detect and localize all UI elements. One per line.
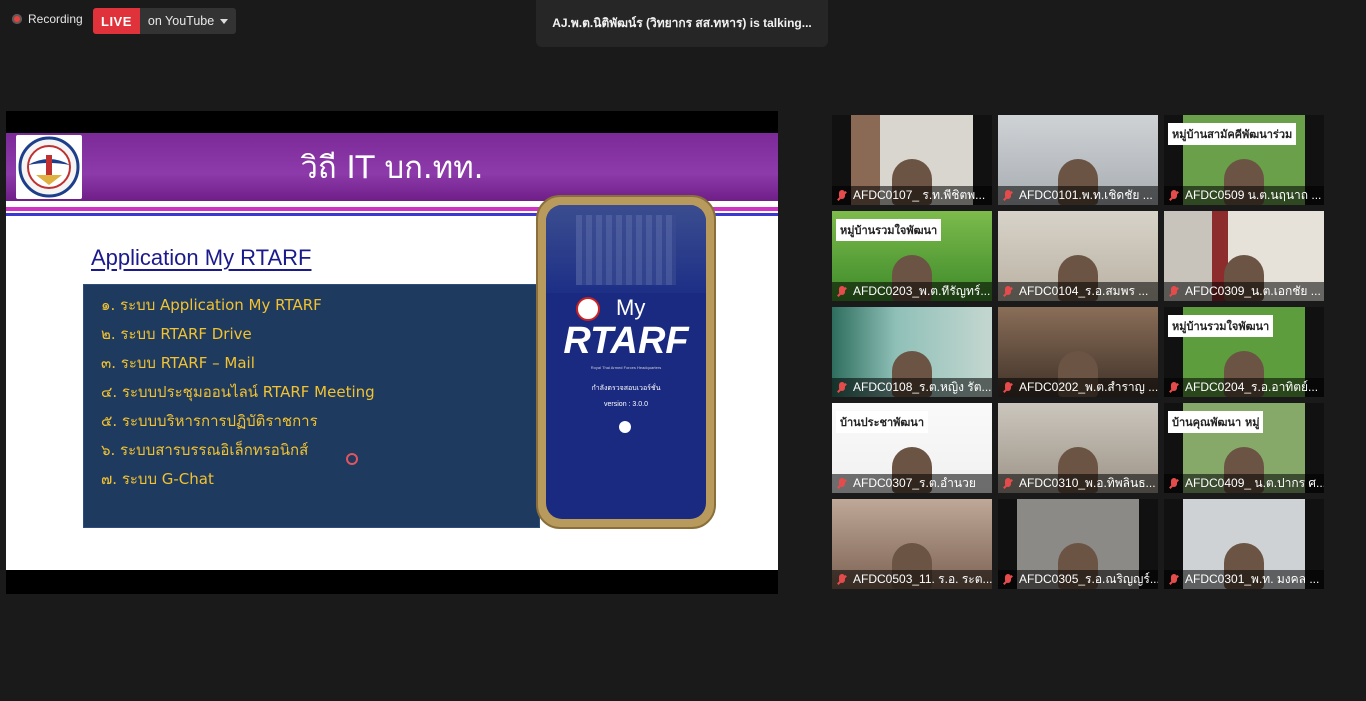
- systems-list: ๑. ระบบ Application My RTARF ๒. ระบบ RTA…: [83, 284, 540, 528]
- mic-muted-icon: [837, 381, 847, 394]
- list-item: ๓. ระบบ RTARF – Mail: [101, 354, 255, 372]
- participant-caption: AFDC0309_น.ต.เอกชัย ...: [1164, 282, 1324, 301]
- participant-name: AFDC0108_ร.ต.หญิง รัต...: [853, 380, 992, 394]
- participant-tile[interactable]: AFDC0503_11. ร.อ. ระต...: [832, 499, 992, 589]
- list-item: ๑. ระบบ Application My RTARF: [101, 296, 322, 314]
- checking-version-text: กำลังตรวจสอบเวอร์ชั่น: [591, 385, 661, 392]
- participant-sign: หมู่บ้านรวมใจพัฒนา: [1168, 315, 1274, 337]
- active-speaker-banner: AJ.พ.ต.นิติพัฒน์ร (วิทยากร สส.ทหาร) is t…: [536, 0, 828, 47]
- mic-muted-icon: [1169, 381, 1179, 394]
- participant-tile[interactable]: AFDC0301_พ.ท. มงคล ...: [1164, 499, 1324, 589]
- loading-icon: [619, 421, 631, 433]
- active-speaker-text: AJ.พ.ต.นิติพัฒน์ร (วิทยากร สส.ทหาร) is t…: [552, 16, 812, 30]
- participant-name: AFDC0301_พ.ท. มงคล ...: [1185, 572, 1320, 586]
- participant-name: AFDC0503_11. ร.อ. ระต...: [853, 572, 992, 586]
- mic-muted-icon: [1169, 285, 1179, 298]
- mic-muted-icon: [1003, 285, 1013, 298]
- participant-name: AFDC0204_ร.อ.อาทิตย์...: [1185, 380, 1319, 394]
- list-item: ๕. ระบบบริหารการปฏิบัติราชการ: [101, 412, 318, 430]
- participant-caption: AFDC0202_พ.ต.สำราญ ...: [998, 378, 1158, 397]
- participant-tile[interactable]: AFDC0305_ร.อ.ณริญญร์...: [998, 499, 1158, 589]
- participant-tile[interactable]: หมู่บ้านรวมใจพัฒนา AFDC0204_ร.อ.อาทิตย์..…: [1164, 307, 1324, 397]
- list-item: ๔. ระบบประชุมออนไลน์ RTARF Meeting: [101, 383, 375, 401]
- seal-icon: [576, 297, 600, 321]
- participant-tile[interactable]: AFDC0310_พ.อ.ทิพลินธ...: [998, 403, 1158, 493]
- mic-muted-icon: [1003, 381, 1013, 394]
- version-text: version : 3.0.0: [604, 401, 648, 408]
- list-item: ๒. ระบบ RTARF Drive: [101, 325, 252, 343]
- participant-caption: AFDC0101.พ.ท.เชิดชัย ...: [998, 186, 1158, 205]
- mic-muted-icon: [1169, 477, 1179, 490]
- participant-caption: AFDC0204_ร.อ.อาทิตย์...: [1164, 378, 1324, 397]
- participant-caption: AFDC0503_11. ร.อ. ระต...: [832, 570, 992, 589]
- participant-name: AFDC0409_ น.ต.ปากร ศ...: [1185, 476, 1324, 490]
- mic-muted-icon: [837, 573, 847, 586]
- participant-caption: AFDC0409_ น.ต.ปากร ศ...: [1164, 474, 1324, 493]
- participant-sign: บ้านประชาพัฒนา: [836, 411, 929, 433]
- app-name-my: My: [616, 295, 646, 320]
- participant-sign: หมู่บ้านสามัคคีพัฒนาร่วม: [1168, 123, 1297, 145]
- live-stream-control[interactable]: LIVE on YouTube: [93, 8, 237, 34]
- participant-caption: AFDC0509 น.ต.นฤนาถ ...: [1164, 186, 1324, 205]
- participant-name: AFDC0101.พ.ท.เชิดชัย ...: [1019, 188, 1153, 202]
- participant-caption: AFDC0108_ร.ต.หญิง รัต...: [832, 378, 992, 397]
- mic-muted-icon: [837, 189, 847, 202]
- participant-name: AFDC0305_ร.อ.ณริญญร์...: [1019, 572, 1158, 586]
- phone-screen: My RTARF Royal Thai Armed Forces Headqua…: [546, 205, 706, 519]
- mic-muted-icon: [1003, 573, 1013, 586]
- participant-tile[interactable]: AFDC0309_น.ต.เอกชัย ...: [1164, 211, 1324, 301]
- app-name-rtarf: RTARF: [563, 320, 689, 362]
- shared-screen: วิถี IT บก.ทท. Application My RTARF ๑. ร…: [6, 111, 778, 594]
- participant-name: AFDC0310_พ.อ.ทิพลินธ...: [1019, 476, 1156, 490]
- mic-muted-icon: [837, 477, 847, 490]
- youtube-label: on YouTube: [147, 14, 215, 28]
- list-item: ๗. ระบบ G-Chat: [101, 470, 214, 488]
- chevron-down-icon: [220, 18, 229, 24]
- app-heading: Application My RTARF: [91, 245, 312, 270]
- participant-sign: หมู่บ้านรวมใจพัฒนา: [836, 219, 942, 241]
- participant-name: AFDC0107_ ร.ท.พีชิตพ...: [853, 188, 986, 202]
- youtube-dropdown[interactable]: on YouTube: [139, 8, 237, 34]
- mic-muted-icon: [1003, 477, 1013, 490]
- participant-name: AFDC0509 น.ต.นฤนาถ ...: [1185, 188, 1322, 202]
- participant-caption: AFDC0104_ร.อ.สมพร ...: [998, 282, 1158, 301]
- participant-tile[interactable]: AFDC0202_พ.ต.สำราญ ...: [998, 307, 1158, 397]
- record-icon: [12, 14, 22, 24]
- mic-muted-icon: [1169, 189, 1179, 202]
- participant-caption: AFDC0301_พ.ท. มงคล ...: [1164, 570, 1324, 589]
- participant-tile[interactable]: บ้านประชาพัฒนา AFDC0307_ร.ต.อำนวย: [832, 403, 992, 493]
- participant-name: AFDC0104_ร.อ.สมพร ...: [1019, 284, 1149, 298]
- participant-name: AFDC0202_พ.ต.สำราญ ...: [1019, 380, 1158, 394]
- participant-tile[interactable]: หมู่บ้านรวมใจพัฒนา AFDC0203_พ.ต.ทีรัญทร์.…: [832, 211, 992, 301]
- recording-label: Recording: [28, 12, 83, 26]
- participant-caption: AFDC0307_ร.ต.อำนวย: [832, 474, 992, 493]
- presentation-slide: วิถี IT บก.ทท. Application My RTARF ๑. ร…: [6, 133, 778, 570]
- participant-tile[interactable]: AFDC0101.พ.ท.เชิดชัย ...: [998, 115, 1158, 205]
- recording-indicator: Recording: [12, 12, 83, 26]
- participant-name: AFDC0309_น.ต.เอกชัย ...: [1185, 284, 1321, 298]
- app-subtitle: Royal Thai Armed Forces Headquarters: [590, 365, 662, 370]
- participant-tile[interactable]: บ้านคุณพัฒนา หมู่ AFDC0409_ น.ต.ปากร ศ...: [1164, 403, 1324, 493]
- participant-name: AFDC0203_พ.ต.ทีรัญทร์...: [853, 284, 991, 298]
- participant-tile[interactable]: AFDC0108_ร.ต.หญิง รัต...: [832, 307, 992, 397]
- list-item: ๖. ระบบสารบรรณอิเล็กทรอนิกส์: [101, 441, 309, 459]
- participant-sign: บ้านคุณพัฒนา หมู่: [1168, 411, 1264, 433]
- participant-tile[interactable]: AFDC0107_ ร.ท.พีชิตพ...: [832, 115, 992, 205]
- participant-name: AFDC0307_ร.ต.อำนวย: [853, 476, 976, 490]
- participant-caption: AFDC0203_พ.ต.ทีรัญทร์...: [832, 282, 992, 301]
- building-image: [546, 205, 706, 293]
- mic-muted-icon: [837, 285, 847, 298]
- participant-tile[interactable]: AFDC0104_ร.อ.สมพร ...: [998, 211, 1158, 301]
- live-badge: LIVE: [93, 8, 140, 34]
- participant-caption: AFDC0107_ ร.ท.พีชิตพ...: [832, 186, 992, 205]
- participant-tile[interactable]: หมู่บ้านสามัคคีพัฒนาร่วม AFDC0509 น.ต.นฤน…: [1164, 115, 1324, 205]
- mic-muted-icon: [1169, 573, 1179, 586]
- slide-title: วิถี IT บก.ทท.: [300, 150, 484, 186]
- laser-pointer-icon: [346, 453, 358, 465]
- phone-mockup: My RTARF Royal Thai Armed Forces Headqua…: [536, 195, 716, 529]
- participant-caption: AFDC0310_พ.อ.ทิพลินธ...: [998, 474, 1158, 493]
- mic-muted-icon: [1003, 189, 1013, 202]
- participant-caption: AFDC0305_ร.อ.ณริญญร์...: [998, 570, 1158, 589]
